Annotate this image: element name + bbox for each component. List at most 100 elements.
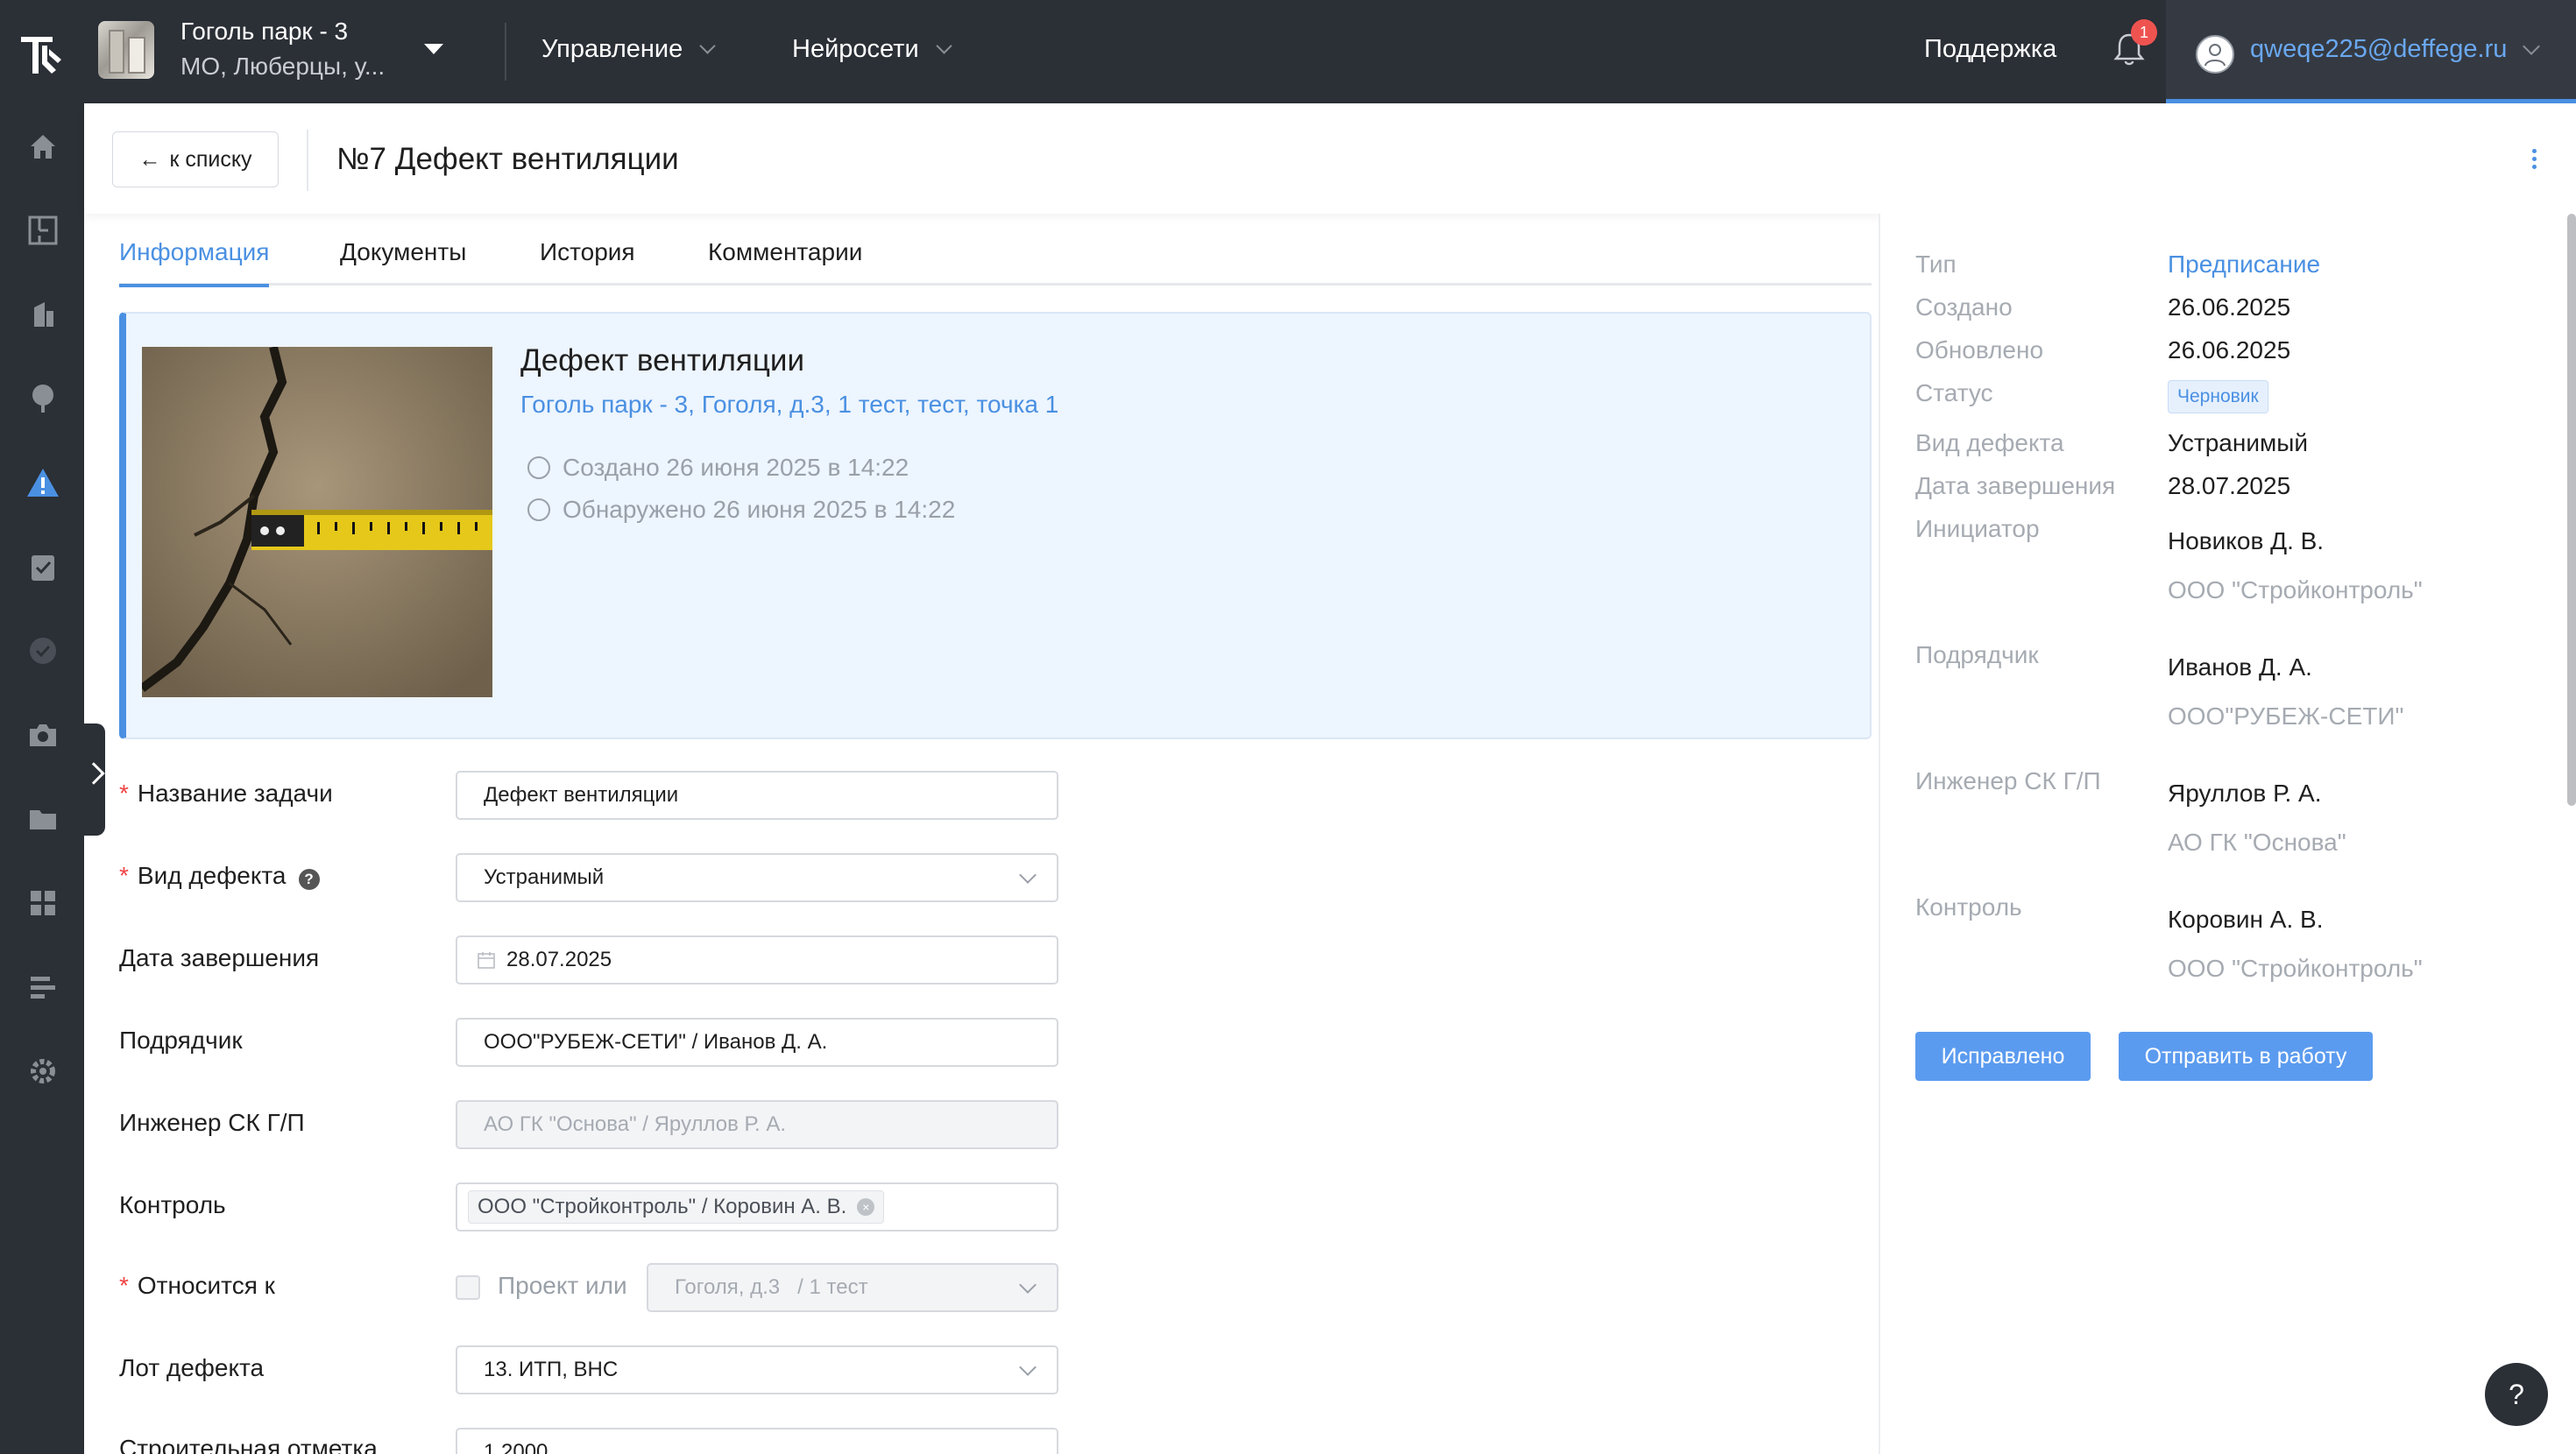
updated-value: 26.06.2025 (2168, 336, 2291, 364)
more-options-icon[interactable] (2532, 149, 2539, 173)
lot-label: Лот дефекта (119, 1354, 265, 1381)
engineer-name: Яруллов Р. А. (2168, 780, 2322, 807)
project-title[interactable]: Гоголь парк - 3 (180, 18, 348, 46)
engineer-label: Инженер СК Г/П (119, 1109, 305, 1136)
created-value: 26.06.2025 (2168, 293, 2291, 321)
help-icon[interactable]: ? (298, 869, 320, 890)
menu-management-label: Управление (541, 35, 683, 63)
updated-label: Обновлено (1915, 336, 2044, 364)
chevron-down-icon (1019, 1359, 1037, 1376)
user-email: qweqe225@deffege.ru (2250, 35, 2508, 63)
type-label: Тип (1915, 251, 1957, 278)
grid-icon[interactable] (26, 886, 60, 920)
chevron-down-icon (1019, 866, 1037, 884)
engineer-label-right: Инженер СК Г/П (1915, 767, 2101, 794)
checklist-icon[interactable] (26, 550, 60, 583)
page-title: №7 Дефект вентиляции (336, 142, 679, 176)
defect-type-label-right: Вид дефекта (1915, 429, 2064, 456)
required-mark: * (119, 780, 129, 807)
plan-icon[interactable] (26, 214, 60, 247)
user-menu[interactable]: qweqe225@deffege.ru (2166, 0, 2576, 103)
control-name: Коровин А. В. (2168, 906, 2324, 933)
engineer-input: АО ГК "Основа" / Яруллов Р. А. (456, 1100, 1058, 1149)
back-to-list-button[interactable]: ← к списку (112, 131, 279, 187)
type-value[interactable]: Предписание (2168, 251, 2320, 279)
defect-type-value-right: Устранимый (2168, 429, 2309, 456)
send-to-work-button[interactable]: Отправить в работу (2119, 1032, 2373, 1081)
tree-icon[interactable] (26, 382, 60, 415)
initiator-org: ООО "Стройконтроль" (2168, 576, 2423, 603)
project-checkbox[interactable] (456, 1275, 480, 1300)
project-address[interactable]: МО, Люберцы, у... (180, 53, 408, 81)
contractor-name: Иванов Д. А. (2168, 653, 2312, 681)
tab-history[interactable]: История (540, 238, 635, 284)
menu-neural-networks-label: Нейросети (792, 35, 919, 63)
contractor-label: Подрядчик (119, 1027, 243, 1054)
user-avatar-icon (2196, 35, 2234, 74)
notification-badge: 1 (2131, 19, 2157, 46)
contractor-input[interactable]: ООО"РУБЕЖ-СЕТИ" / Иванов Д. А. (456, 1018, 1058, 1067)
created-text: Создано 26 июня 2025 в 14:22 (563, 454, 909, 481)
detected-text: Обнаружено 26 июня 2025 в 14:22 (563, 496, 956, 523)
menu-neural-networks[interactable]: Нейросети (792, 35, 952, 64)
remove-tag-icon[interactable]: × (857, 1198, 875, 1216)
project-or-label: Проект или (498, 1272, 627, 1299)
settings-icon[interactable] (26, 1055, 60, 1088)
page-header: ← к списку №7 Дефект вентиляции (84, 103, 2576, 214)
control-label-right: Контроль (1915, 893, 2022, 921)
status-label: Статус (1915, 379, 1993, 406)
gantt-icon[interactable] (26, 971, 60, 1004)
initiator-label: Инициатор (1915, 515, 2040, 542)
building-icon[interactable] (26, 298, 60, 331)
divider (505, 23, 506, 81)
chevron-down-icon (935, 38, 952, 54)
folder-icon[interactable] (26, 802, 60, 836)
tab-comments[interactable]: Комментарии (708, 238, 862, 284)
defect-location-link[interactable]: Гоголь парк - 3, Гоголя, д.3, 1 тест, те… (520, 391, 1058, 419)
due-label-right: Дата завершения (1915, 472, 2116, 499)
calendar-icon (478, 952, 495, 969)
top-bar: Гоголь парк - 3 МО, Люберцы, у... Управл… (0, 0, 2576, 103)
status-badge: Черновик (2168, 380, 2268, 413)
menu-management[interactable]: Управление (541, 35, 716, 64)
support-link[interactable]: Поддержка (1924, 35, 2056, 64)
construction-mark-input[interactable]: 1.2000 (456, 1428, 1058, 1454)
sidebar-toggle[interactable] (82, 723, 105, 836)
arrow-left-icon: ← (138, 146, 161, 172)
engineer-org: АО ГК "Основа" (2168, 829, 2346, 856)
divider (307, 130, 308, 191)
chevron-right-icon (82, 762, 105, 785)
defect-type-label: * Вид дефекта? (119, 862, 320, 890)
help-button[interactable]: ? (2485, 1363, 2548, 1426)
tab-documents[interactable]: Документы (340, 238, 466, 284)
defect-type-select[interactable]: Устранимый (456, 853, 1058, 902)
required-mark: * (119, 1272, 129, 1299)
created-meta: Создано 26 июня 2025 в 14:22 (527, 454, 909, 482)
home-icon[interactable] (26, 130, 60, 163)
lot-select[interactable]: 13. ИТП, ВНС (456, 1345, 1058, 1394)
chevron-down-icon (1019, 1276, 1037, 1294)
due-value-right: 28.07.2025 (2168, 472, 2291, 499)
initiator-name: Новиков Д. В. (2168, 527, 2325, 554)
defect-photo[interactable] (142, 347, 492, 697)
mark-fixed-button[interactable]: Исправлено (1915, 1032, 2091, 1081)
app-logo-icon[interactable] (18, 26, 68, 77)
control-tag: ООО "Стройконтроль" / Коровин А. В. × (468, 1190, 885, 1224)
contractor-label-right: Подрядчик (1915, 641, 2039, 668)
defect-title: Дефект вентиляции (520, 343, 804, 378)
info-icon (527, 498, 550, 521)
project-dropdown-icon[interactable] (424, 44, 443, 54)
control-multiselect[interactable]: ООО "Стройконтроль" / Коровин А. В. × (456, 1182, 1058, 1232)
scrollbar[interactable] (2567, 214, 2576, 806)
task-name-input[interactable]: Дефект вентиляции (456, 771, 1058, 820)
tab-bar: Информация Документы История Комментарии (119, 214, 1872, 287)
check-circle-icon[interactable] (26, 634, 60, 667)
control-org: ООО "Стройконтроль" (2168, 955, 2423, 982)
project-thumbnail[interactable] (98, 21, 154, 79)
camera-icon[interactable] (26, 718, 60, 752)
tab-information[interactable]: Информация (119, 238, 270, 287)
due-date-label: Дата завершения (119, 944, 320, 971)
warning-icon[interactable] (26, 466, 60, 499)
due-date-picker[interactable]: 28.07.2025 (456, 935, 1058, 985)
task-name-label: * Название задачи (119, 780, 333, 807)
